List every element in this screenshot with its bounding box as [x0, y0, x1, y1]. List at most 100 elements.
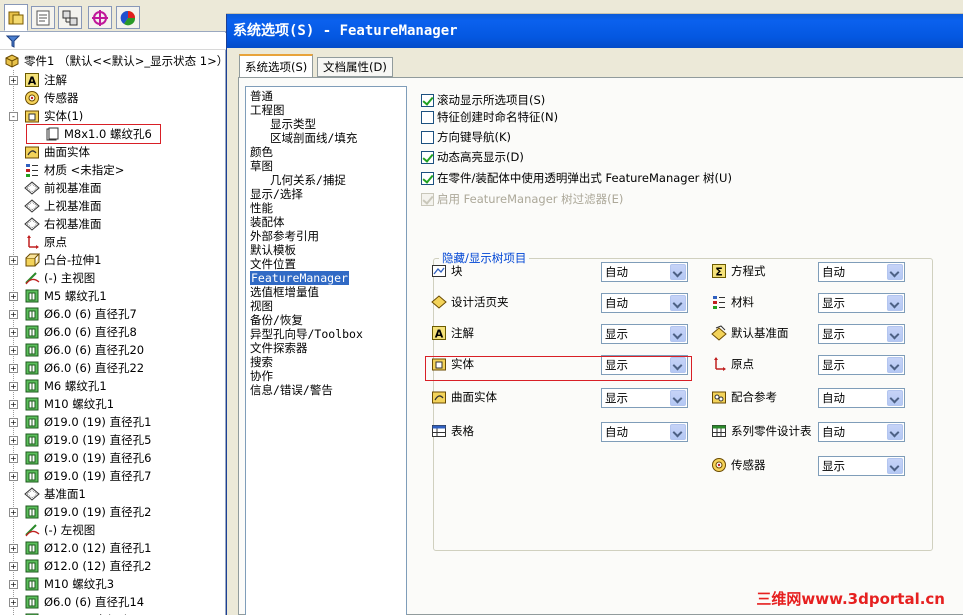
- tree-filter-bar[interactable]: [0, 33, 226, 50]
- filter-icon[interactable]: [6, 35, 20, 48]
- tree-expand-toggle[interactable]: +: [9, 436, 18, 445]
- category-item[interactable]: 工程图: [250, 103, 285, 117]
- tree-item[interactable]: + Ø19.0 (19) 直径孔6: [0, 449, 226, 467]
- tree-expand-toggle[interactable]: +: [9, 508, 18, 517]
- tree-item[interactable]: + M10 螺纹孔1: [0, 395, 226, 413]
- tree-expand-toggle[interactable]: +: [9, 454, 18, 463]
- chevron-down-icon[interactable]: [887, 424, 903, 440]
- tree-item[interactable]: 曲面实体: [0, 143, 226, 161]
- tree-expand-toggle[interactable]: +: [9, 382, 18, 391]
- category-item[interactable]: 默认模板: [250, 243, 296, 257]
- category-item[interactable]: 文件探索器: [250, 341, 308, 355]
- checkbox-box[interactable]: [421, 172, 434, 185]
- tree-expand-toggle[interactable]: +: [9, 544, 18, 553]
- configuration-manager-tab[interactable]: [58, 6, 82, 29]
- category-item[interactable]: 协作: [250, 369, 273, 383]
- category-item[interactable]: FeatureManager: [250, 271, 349, 285]
- chevron-down-icon[interactable]: [670, 424, 686, 440]
- visibility-dropdown[interactable]: 自动: [818, 422, 905, 442]
- checkbox-box[interactable]: [421, 193, 434, 206]
- visibility-dropdown[interactable]: 显示: [818, 456, 905, 476]
- tree-item[interactable]: + Ø12.0 (12) 直径孔2: [0, 557, 226, 575]
- chevron-down-icon[interactable]: [887, 295, 903, 311]
- category-item[interactable]: 显示/选择: [250, 187, 303, 201]
- tree-item[interactable]: + Ø6.0 (6) 直径孔8: [0, 323, 226, 341]
- tree-expand-toggle[interactable]: +: [9, 256, 18, 265]
- category-item[interactable]: 文件位置: [250, 257, 296, 271]
- tree-item[interactable]: 传感器: [0, 89, 226, 107]
- chevron-down-icon[interactable]: [887, 390, 903, 406]
- visibility-dropdown[interactable]: 自动: [818, 262, 905, 282]
- category-list[interactable]: 普通 工程图 显示类型 区域剖面线/填充 颜色 草图 几何关系/捕捉 显示/选择 性能 装配体 外部…: [245, 86, 407, 615]
- tree-expand-toggle[interactable]: +: [9, 364, 18, 373]
- category-item[interactable]: 几何关系/捕捉: [270, 173, 346, 187]
- chevron-down-icon[interactable]: [887, 326, 903, 342]
- visibility-dropdown[interactable]: 显示: [818, 355, 905, 375]
- chevron-down-icon[interactable]: [887, 357, 903, 373]
- category-item[interactable]: 区域剖面线/填充: [270, 131, 357, 145]
- category-item[interactable]: 外部参考引用: [250, 229, 319, 243]
- tree-item[interactable]: (-) 主视图: [0, 269, 226, 287]
- visibility-dropdown[interactable]: 自动: [601, 422, 688, 442]
- tree-item[interactable]: + M10 螺纹孔3: [0, 575, 226, 593]
- tree-expand-toggle[interactable]: +: [9, 580, 18, 589]
- tree-expand-toggle[interactable]: +: [9, 328, 18, 337]
- tree-item[interactable]: +Ø6.0 (6) 直径孔: [0, 611, 226, 615]
- chevron-down-icon[interactable]: [670, 295, 686, 311]
- category-item[interactable]: 性能: [250, 201, 273, 215]
- dimxpert-tab[interactable]: [88, 6, 112, 29]
- tree-item[interactable]: + Ø19.0 (19) 直径孔1: [0, 413, 226, 431]
- visibility-dropdown[interactable]: 自动: [818, 388, 905, 408]
- tree-item[interactable]: + Ø19.0 (19) 直径孔5: [0, 431, 226, 449]
- tab-document-properties[interactable]: 文档属性(D): [317, 57, 393, 77]
- checkbox-box[interactable]: [421, 131, 434, 144]
- chevron-down-icon[interactable]: [887, 264, 903, 280]
- tree-item[interactable]: - 实体(1): [0, 107, 226, 125]
- tree-root-part[interactable]: 零件1 （默认<<默认>_显示状态 1>）: [0, 51, 228, 71]
- category-item[interactable]: 选值框增量值: [250, 285, 319, 299]
- category-item[interactable]: 备份/恢复: [250, 313, 303, 327]
- chevron-down-icon[interactable]: [670, 326, 686, 342]
- tree-item[interactable]: 基准面1: [0, 485, 226, 503]
- tree-item[interactable]: + A 注解: [0, 71, 226, 89]
- tree-item[interactable]: + M5 螺纹孔1: [0, 287, 226, 305]
- tree-item[interactable]: + Ø6.0 (6) 直径孔22: [0, 359, 226, 377]
- category-item[interactable]: 显示类型: [270, 117, 316, 131]
- tree-expand-toggle[interactable]: +: [9, 346, 18, 355]
- tree-expand-toggle[interactable]: +: [9, 310, 18, 319]
- category-item[interactable]: 视图: [250, 299, 273, 313]
- checkbox-box[interactable]: [421, 151, 434, 164]
- tree-item[interactable]: + Ø19.0 (19) 直径孔7: [0, 467, 226, 485]
- tree-item[interactable]: + Ø6.0 (6) 直径孔20: [0, 341, 226, 359]
- feature-tree-tab[interactable]: [4, 4, 28, 31]
- tree-expand-toggle[interactable]: +: [9, 472, 18, 481]
- tree-expand-toggle[interactable]: -: [9, 112, 18, 121]
- visibility-dropdown[interactable]: 显示: [601, 388, 688, 408]
- tab-system-options[interactable]: 系统选项(S): [239, 54, 314, 78]
- tree-expand-toggle[interactable]: +: [9, 562, 18, 571]
- visibility-dropdown[interactable]: 自动: [601, 293, 688, 313]
- tree-item[interactable]: + Ø6.0 (6) 直径孔7: [0, 305, 226, 323]
- visibility-dropdown[interactable]: 显示: [601, 324, 688, 344]
- tree-expand-toggle[interactable]: +: [9, 400, 18, 409]
- visibility-dropdown[interactable]: 显示: [818, 324, 905, 344]
- category-item[interactable]: 草图: [250, 159, 273, 173]
- tree-item[interactable]: 原点: [0, 233, 226, 251]
- tree-item[interactable]: + Ø19.0 (19) 直径孔2: [0, 503, 226, 521]
- tree-expand-toggle[interactable]: +: [9, 418, 18, 427]
- checkbox-box[interactable]: [421, 111, 434, 124]
- tree-item[interactable]: 前视基准面: [0, 179, 226, 197]
- tree-item[interactable]: + Ø6.0 (6) 直径孔14: [0, 593, 226, 611]
- chevron-down-icon[interactable]: [670, 264, 686, 280]
- tree-item[interactable]: 右视基准面: [0, 215, 226, 233]
- chevron-down-icon[interactable]: [887, 458, 903, 474]
- category-item[interactable]: 信息/错误/警告: [250, 383, 333, 397]
- category-item[interactable]: 颜色: [250, 145, 273, 159]
- tree-item[interactable]: (-) 左视图: [0, 521, 226, 539]
- tree-item[interactable]: + Ø12.0 (12) 直径孔1: [0, 539, 226, 557]
- visibility-dropdown[interactable]: 自动: [601, 262, 688, 282]
- category-item[interactable]: 搜索: [250, 355, 273, 369]
- display-manager-tab[interactable]: [116, 6, 140, 29]
- tree-item[interactable]: 上视基准面: [0, 197, 226, 215]
- tree-expand-toggle[interactable]: +: [9, 76, 18, 85]
